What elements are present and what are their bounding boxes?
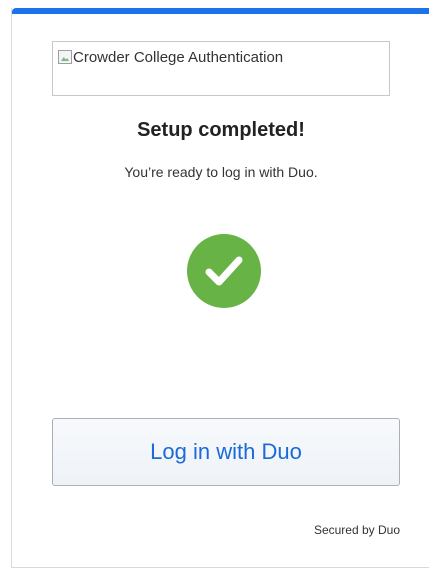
accent-top-bar — [12, 8, 429, 14]
logo-alt-text: Crowder College Authentication — [73, 49, 284, 66]
check-circle-icon — [187, 234, 261, 308]
page: Crowder College Authentication Setup com… — [0, 0, 429, 571]
auth-card: Crowder College Authentication Setup com… — [11, 8, 429, 568]
login-with-duo-button[interactable]: Log in with Duo — [52, 418, 400, 486]
checkmark-icon — [205, 256, 243, 286]
page-title: Setup completed! — [137, 119, 305, 141]
broken-image-icon — [58, 50, 72, 64]
organization-logo: Crowder College Authentication — [52, 41, 390, 96]
status-message: You’re ready to log in with Duo. — [124, 164, 318, 180]
secured-by-duo-text: Secured by Duo — [313, 523, 400, 537]
